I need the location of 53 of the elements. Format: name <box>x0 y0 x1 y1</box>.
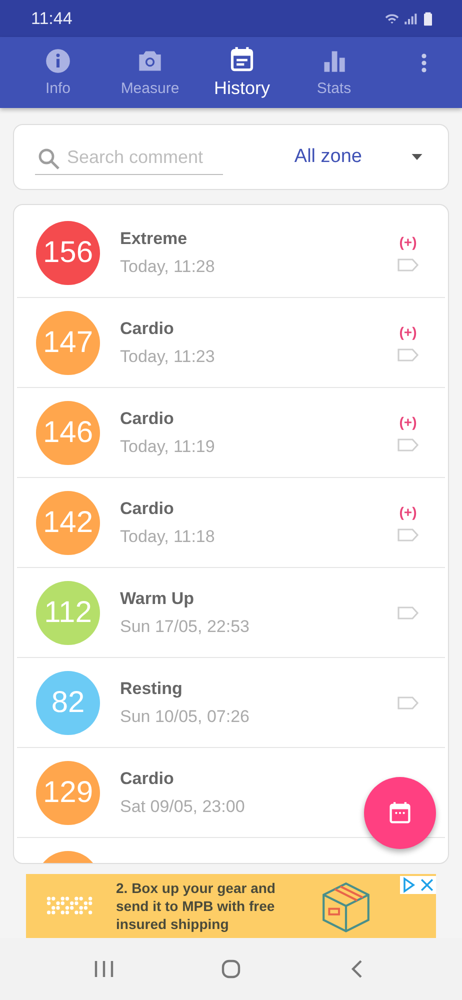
heart-rate-badge: 146 <box>36 400 100 464</box>
tag-icon[interactable] <box>397 438 419 452</box>
tab[interactable]: History <box>196 37 288 108</box>
signal-icon <box>402 10 418 26</box>
entry-time: Sat 09/05, 23:00 <box>120 796 245 816</box>
plus-mark: (+) <box>399 504 417 520</box>
close-icon[interactable] <box>418 876 436 894</box>
plus-mark: (+) <box>399 414 417 430</box>
tab[interactable]: Measure <box>104 37 196 108</box>
status-time: 11:44 <box>31 8 72 28</box>
zone-name: Cardio <box>120 498 175 518</box>
entry-time: Sun 10/05, 07:26 <box>120 706 250 726</box>
history-row[interactable]: 112 Warm Up Sun 17/05, 22:53 <box>17 568 445 658</box>
info-icon <box>45 48 71 74</box>
tab[interactable]: Stats <box>288 37 380 108</box>
logo-icon <box>46 895 94 917</box>
zone-name: Extreme <box>120 228 188 248</box>
tag-icon[interactable] <box>397 696 419 710</box>
tag-icon[interactable] <box>397 348 419 362</box>
heart-rate-badge: 82 <box>36 670 100 734</box>
history-row[interactable]: 146 Cardio Today, 11:19 (+) <box>17 388 445 478</box>
entry-time: Today, 11:19 <box>120 436 215 456</box>
zone-name: Cardio <box>120 408 175 428</box>
history-row[interactable]: 147 Cardio Today, 11:23 (+) <box>17 298 445 388</box>
ad-text: 2. Box up your gear and send it to MPB with free insured shipping <box>116 879 276 933</box>
tag-icon[interactable] <box>397 606 419 620</box>
heart-rate-badge: 147 <box>36 310 100 374</box>
heart-rate-badge: 142 <box>36 490 100 554</box>
entry-time: Today, 11:23 <box>120 346 215 366</box>
heart-rate-badge: 129 <box>36 760 100 824</box>
search-icon <box>37 147 61 171</box>
zone-dropdown[interactable]: All zone <box>294 146 426 168</box>
history-row[interactable]: 142 Cardio Today, 11:18 (+) <box>17 478 445 568</box>
calendar-icon <box>387 800 413 826</box>
zone-name: Resting <box>120 678 184 698</box>
search-field[interactable]: Search comment <box>35 139 223 175</box>
zone-name: Cardio <box>120 768 175 788</box>
entry-time: Today, 11:18 <box>120 526 215 546</box>
entry-time: Today, 11:28 <box>120 256 215 276</box>
tag-icon[interactable] <box>397 258 419 272</box>
ad-banner[interactable]: 2. Box up your gear and send it to MPB with free insured shipping <box>26 874 436 938</box>
tag-icon[interactable] <box>397 528 419 542</box>
zone-name: Cardio <box>120 318 175 338</box>
plus-mark: (+) <box>399 324 417 340</box>
calendar-icon <box>229 46 255 72</box>
history-row[interactable]: 82 Resting Sun 10/05, 07:26 <box>17 658 445 748</box>
tab[interactable]: Info <box>12 37 104 108</box>
heart-rate-badge: 112 <box>36 580 100 644</box>
history-row[interactable]: 156 Extreme Today, 11:28 (+) <box>17 208 445 298</box>
heart-rate-badge: 156 <box>36 220 100 284</box>
zone-name: Warm Up <box>120 588 195 608</box>
plus-mark: (+) <box>399 234 417 250</box>
entry-time: Sun 17/05, 22:53 <box>120 616 250 636</box>
